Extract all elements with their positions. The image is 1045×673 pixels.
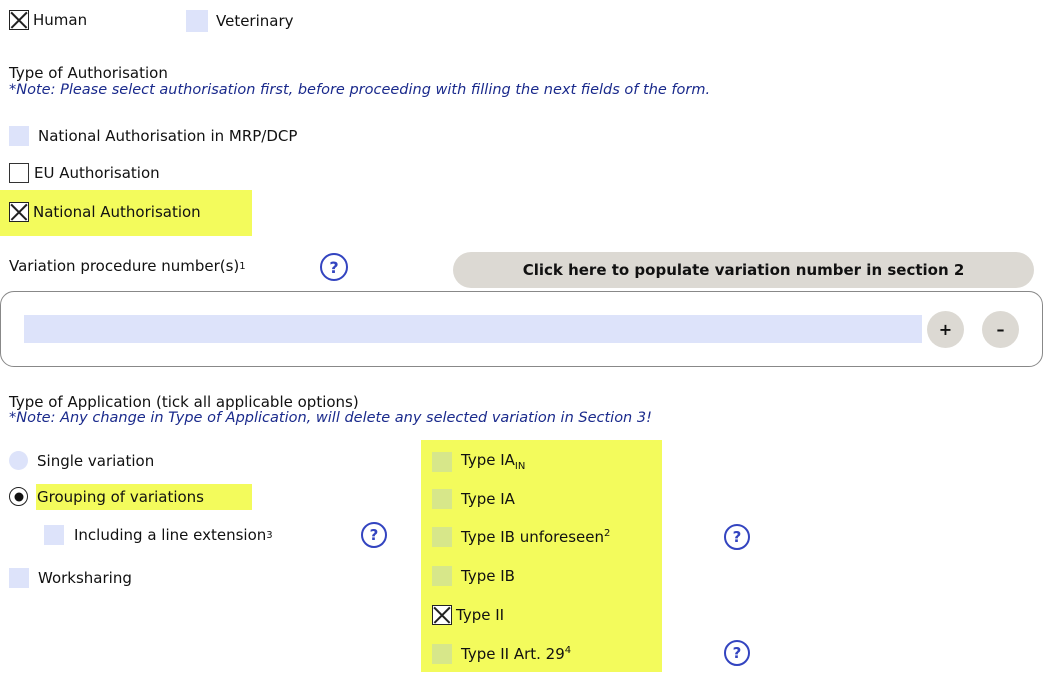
variation-number-label: Variation procedure number(s) bbox=[9, 257, 240, 275]
type-ii-art29-label: Type II Art. 294 bbox=[461, 645, 572, 663]
type-ib-unforeseen-label: Type IB unforeseen2 bbox=[461, 528, 611, 546]
type-ib-checkbox[interactable] bbox=[432, 566, 452, 586]
variation-number-footnote: 1 bbox=[239, 260, 246, 272]
type-ii-art29-help-icon[interactable]: ? bbox=[724, 640, 750, 666]
veterinary-checkbox[interactable] bbox=[186, 10, 208, 32]
single-variation-row[interactable]: Single variation bbox=[9, 451, 154, 470]
grouping-variations-radio[interactable] bbox=[9, 487, 28, 506]
type-ia-label: Type IA bbox=[461, 490, 515, 508]
type-ia-in-label: Type IAIN bbox=[461, 451, 526, 472]
authorisation-title: Type of Authorisation bbox=[9, 64, 168, 82]
line-extension-footnote: 3 bbox=[266, 529, 273, 541]
line-extension-row[interactable]: Including a line extension 3 bbox=[44, 525, 273, 545]
human-checkbox[interactable] bbox=[9, 10, 29, 30]
auth-mrp-dcp-label: National Authorisation in MRP/DCP bbox=[38, 127, 298, 145]
human-checkbox-row[interactable]: Human bbox=[9, 10, 87, 30]
line-extension-checkbox[interactable] bbox=[44, 525, 64, 545]
variation-number-label-row: Variation procedure number(s) 1 bbox=[9, 257, 246, 275]
type-ii-row[interactable]: Type II bbox=[432, 605, 504, 625]
type-ia-in-row[interactable]: Type IAIN bbox=[432, 451, 525, 472]
type-ia-row[interactable]: Type IA bbox=[432, 489, 515, 509]
worksharing-label: Worksharing bbox=[38, 569, 132, 587]
populate-variation-number-button[interactable]: Click here to populate variation number … bbox=[453, 252, 1034, 288]
auth-option-eu[interactable]: EU Authorisation bbox=[9, 163, 160, 183]
auth-eu-checkbox[interactable] bbox=[9, 163, 29, 183]
auth-eu-label: EU Authorisation bbox=[34, 164, 160, 182]
auth-option-national[interactable]: National Authorisation bbox=[9, 202, 201, 222]
application-title: Type of Application (tick all applicable… bbox=[9, 393, 359, 411]
add-variation-button[interactable]: + bbox=[927, 311, 964, 348]
human-label: Human bbox=[33, 11, 88, 29]
auth-national-label: National Authorisation bbox=[33, 203, 201, 221]
type-ib-unforeseen-row[interactable]: Type IB unforeseen2 bbox=[432, 527, 610, 547]
application-note: *Note: Any change in Type of Application… bbox=[9, 410, 652, 426]
type-ia-in-checkbox[interactable] bbox=[432, 451, 452, 472]
single-variation-radio[interactable] bbox=[9, 451, 28, 470]
grouping-variations-row[interactable]: Grouping of variations bbox=[9, 487, 204, 506]
authorisation-note: *Note: Please select authorisation first… bbox=[9, 82, 711, 98]
line-extension-label: Including a line extension bbox=[74, 526, 267, 544]
veterinary-checkbox-row[interactable]: Veterinary bbox=[186, 10, 294, 32]
variation-number-help-icon[interactable]: ? bbox=[320, 253, 348, 281]
veterinary-label: Veterinary bbox=[216, 12, 294, 30]
remove-variation-button[interactable]: – bbox=[982, 311, 1019, 348]
auth-mrp-dcp-checkbox[interactable] bbox=[9, 126, 29, 146]
type-ib-label: Type IB bbox=[461, 567, 515, 585]
type-ib-unforeseen-help-icon[interactable]: ? bbox=[724, 524, 750, 550]
worksharing-row[interactable]: Worksharing bbox=[9, 568, 132, 588]
type-ii-label: Type II bbox=[456, 606, 505, 624]
type-ii-art29-row[interactable]: Type II Art. 294 bbox=[432, 644, 571, 664]
grouping-variations-label: Grouping of variations bbox=[37, 487, 204, 506]
type-ib-row[interactable]: Type IB bbox=[432, 566, 515, 586]
auth-national-checkbox[interactable] bbox=[9, 202, 29, 222]
type-ib-unforeseen-checkbox[interactable] bbox=[432, 527, 452, 547]
single-variation-label: Single variation bbox=[37, 451, 155, 470]
variation-number-input[interactable] bbox=[24, 315, 922, 343]
type-ii-art29-checkbox[interactable] bbox=[432, 644, 452, 664]
auth-option-mrp-dcp[interactable]: National Authorisation in MRP/DCP bbox=[9, 126, 297, 146]
type-ia-checkbox[interactable] bbox=[432, 489, 452, 509]
application-types-highlight bbox=[421, 440, 662, 672]
line-extension-help-icon[interactable]: ? bbox=[361, 522, 387, 548]
type-ii-checkbox[interactable] bbox=[432, 605, 452, 625]
worksharing-checkbox[interactable] bbox=[9, 568, 29, 588]
